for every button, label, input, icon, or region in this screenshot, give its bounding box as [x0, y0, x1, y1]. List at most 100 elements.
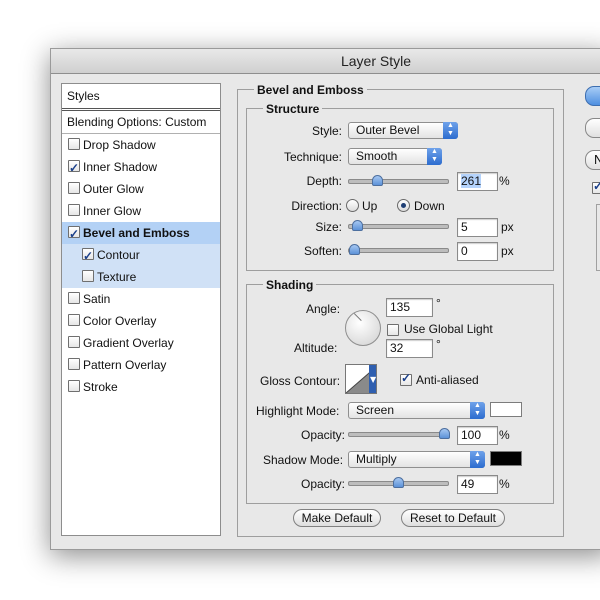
- size-label: Size:: [315, 220, 342, 234]
- soften-input[interactable]: 0: [457, 242, 498, 261]
- use-global-light-label: Use Global Light: [404, 322, 493, 336]
- reset-to-default-button[interactable]: Reset to Default: [401, 509, 505, 527]
- shading-heading: Shading: [263, 278, 317, 292]
- anti-aliased-label: Anti-aliased: [416, 373, 479, 387]
- shadow-opacity-input[interactable]: 49: [457, 475, 498, 494]
- style-item-checkbox[interactable]: [68, 292, 80, 304]
- styles-header[interactable]: Styles: [62, 84, 220, 111]
- angle-input[interactable]: 135: [386, 298, 433, 317]
- structure-group: Structure Style: Outer Bevel ▲ ▼ Techniqu…: [246, 102, 554, 271]
- style-item-checkbox[interactable]: [82, 245, 94, 267]
- shadow-opacity-slider-thumb[interactable]: [393, 477, 404, 488]
- style-item-checkbox[interactable]: [82, 270, 94, 282]
- shadow-opacity-unit: %: [499, 477, 510, 491]
- preview-checkbox[interactable]: [592, 179, 600, 194]
- style-item-checkbox[interactable]: [68, 358, 80, 370]
- popup-arrows-icon: ▲ ▼: [470, 402, 485, 419]
- style-item-stroke[interactable]: Stroke: [62, 376, 220, 398]
- blending-options-item[interactable]: Blending Options: Custom: [62, 111, 220, 134]
- angle-dial-hand: [353, 313, 362, 321]
- soften-slider-thumb[interactable]: [349, 244, 360, 255]
- style-item-checkbox[interactable]: [68, 204, 80, 216]
- style-item-label: Gradient Overlay: [83, 336, 174, 350]
- style-popup[interactable]: Outer Bevel ▲ ▼: [348, 122, 458, 139]
- style-item-checkbox[interactable]: [68, 223, 80, 245]
- depth-slider[interactable]: [348, 175, 449, 186]
- make-default-button[interactable]: Make Default: [293, 509, 381, 527]
- style-item-color-overlay[interactable]: Color Overlay: [62, 310, 220, 332]
- highlight-opacity-label: Opacity:: [301, 428, 346, 442]
- shadow-opacity-label: Opacity:: [301, 477, 346, 491]
- style-item-label: Inner Shadow: [83, 160, 158, 174]
- style-item-satin[interactable]: Satin: [62, 288, 220, 310]
- style-item-gradient-overlay[interactable]: Gradient Overlay: [62, 332, 220, 354]
- size-unit: px: [501, 220, 514, 234]
- style-item-checkbox[interactable]: [68, 336, 80, 348]
- shadow-color-swatch[interactable]: [490, 451, 522, 466]
- style-item-label: Outer Glow: [83, 182, 144, 196]
- highlight-opacity-input[interactable]: 100: [457, 426, 498, 445]
- gloss-contour-picker[interactable]: ▼: [345, 364, 377, 394]
- popup-arrows-icon: ▲ ▼: [470, 451, 485, 468]
- style-item-label: Color Overlay: [83, 314, 157, 328]
- angle-label: Angle:: [306, 302, 341, 316]
- title-bar[interactable]: Layer Style: [51, 49, 600, 74]
- use-global-light-checkbox[interactable]: [387, 324, 399, 336]
- style-item-checkbox[interactable]: [68, 314, 80, 326]
- style-item-texture[interactable]: Texture: [62, 266, 220, 288]
- depth-slider-thumb[interactable]: [372, 175, 383, 186]
- bevel-emboss-heading: Bevel and Emboss: [254, 83, 367, 97]
- style-item-pattern-overlay[interactable]: Pattern Overlay: [62, 354, 220, 376]
- style-item-checkbox[interactable]: [68, 182, 80, 194]
- size-slider[interactable]: [348, 220, 449, 231]
- size-slider-thumb[interactable]: [352, 220, 363, 231]
- shadow-opacity-slider[interactable]: [348, 477, 449, 488]
- angle-value: 135: [390, 300, 411, 314]
- style-item-checkbox[interactable]: [68, 157, 80, 179]
- style-item-inner-glow[interactable]: Inner Glow: [62, 200, 220, 222]
- soften-slider[interactable]: [348, 244, 449, 255]
- highlight-color-swatch[interactable]: [490, 402, 522, 417]
- depth-value: 261: [461, 174, 482, 188]
- style-item-outer-glow[interactable]: Outer Glow: [62, 178, 220, 200]
- style-item-drop-shadow[interactable]: Drop Shadow: [62, 134, 220, 156]
- bevel-emboss-group: Bevel and Emboss Structure Style: Outer …: [237, 83, 564, 537]
- depth-input[interactable]: 261: [457, 172, 498, 191]
- style-item-checkbox[interactable]: [68, 138, 80, 150]
- style-item-checkbox[interactable]: [68, 380, 80, 392]
- anti-aliased-checkbox[interactable]: [400, 371, 412, 386]
- style-item-label: Texture: [97, 270, 137, 284]
- size-input[interactable]: 5: [457, 218, 498, 237]
- style-item-inner-shadow[interactable]: Inner Shadow: [62, 156, 220, 179]
- gloss-contour-curve-icon: ▼: [345, 365, 377, 394]
- ok-button[interactable]: [585, 86, 600, 106]
- shadow-mode-label: Shadow Mode:: [263, 453, 344, 467]
- popup-arrows-icon: ▲ ▼: [427, 148, 442, 165]
- highlight-opacity-unit: %: [499, 428, 510, 442]
- direction-down-radio[interactable]: [397, 199, 410, 212]
- altitude-unit: °: [436, 337, 441, 351]
- style-item-label: Drop Shadow: [83, 138, 156, 152]
- shading-group: Shading Angle: 135 ° Use Global Light Al…: [246, 278, 554, 504]
- technique-popup[interactable]: Smooth ▲ ▼: [348, 148, 442, 165]
- direction-up-radio[interactable]: [346, 199, 359, 212]
- highlight-mode-value: Screen: [356, 403, 395, 417]
- dialog-title: Layer Style: [340, 53, 412, 69]
- preview-thumbnail: [596, 204, 600, 271]
- angle-dial[interactable]: [345, 310, 381, 346]
- new-style-button[interactable]: N: [585, 150, 600, 170]
- soften-value: 0: [461, 244, 468, 258]
- highlight-opacity-slider-thumb[interactable]: [439, 428, 450, 439]
- shadow-mode-popup[interactable]: Multiply ▲ ▼: [348, 451, 485, 468]
- highlight-mode-popup[interactable]: Screen ▲ ▼: [348, 402, 485, 419]
- highlight-opacity-slider[interactable]: [348, 428, 450, 439]
- altitude-input[interactable]: 32: [386, 339, 433, 358]
- depth-unit: %: [499, 174, 510, 188]
- style-item-bevel-and-emboss[interactable]: Bevel and Emboss: [62, 222, 220, 245]
- popup-arrows-icon: ▲ ▼: [443, 122, 458, 139]
- style-item-contour[interactable]: Contour: [62, 244, 220, 267]
- style-value: Outer Bevel: [356, 123, 420, 137]
- style-item-label: Contour: [97, 248, 140, 262]
- highlight-opacity-value: 100: [461, 428, 482, 442]
- cancel-button[interactable]: [585, 118, 600, 138]
